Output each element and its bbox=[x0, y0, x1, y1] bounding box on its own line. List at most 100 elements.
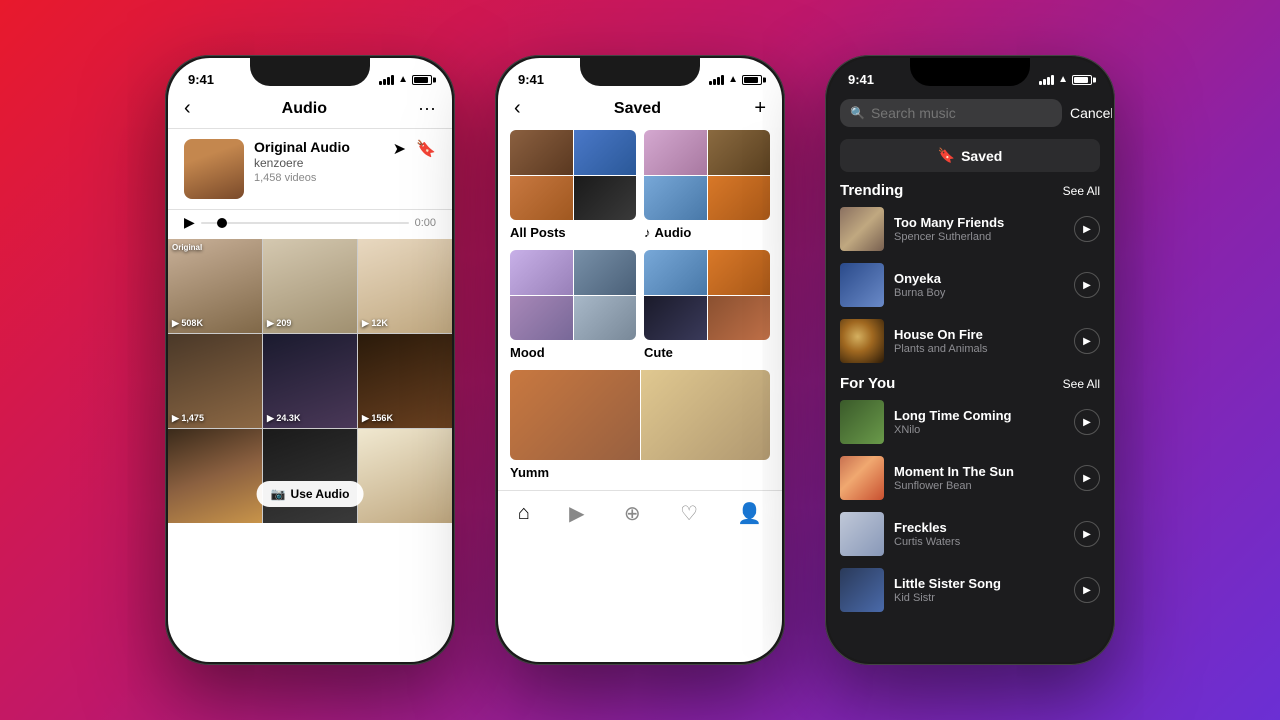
for-you-see-all[interactable]: See All bbox=[1063, 377, 1100, 391]
coll-cell bbox=[510, 370, 640, 460]
progress-indicator bbox=[217, 218, 227, 228]
track-info-5: Moment In The Sun Sunflower Bean bbox=[894, 464, 1064, 492]
track-item-2: Onyeka Burna Boy ▶ bbox=[840, 263, 1100, 307]
track-info-7: Little Sister Song Kid Sistr bbox=[894, 576, 1064, 604]
signal-icon bbox=[379, 75, 394, 85]
collection-cute[interactable]: Cute bbox=[644, 250, 770, 360]
saved-header: ‹ Saved + bbox=[498, 91, 782, 130]
notch-3 bbox=[910, 58, 1030, 86]
play-button-2[interactable]: ▶ bbox=[1074, 272, 1100, 298]
audio-info: Original Audio kenzoere 1,458 videos bbox=[254, 139, 383, 184]
saved-button[interactable]: 🔖 Saved bbox=[840, 139, 1100, 172]
original-label: Original bbox=[172, 243, 202, 252]
collection-audio[interactable]: ♪ Audio bbox=[644, 130, 770, 240]
album-art-3 bbox=[840, 319, 884, 363]
grid-item-4[interactable]: ▶ 1,475 bbox=[168, 334, 262, 428]
progress-time: 0:00 bbox=[415, 217, 436, 229]
coll-cell bbox=[510, 130, 573, 175]
audio-avatar bbox=[184, 139, 244, 199]
collection-name-yumm: Yumm bbox=[510, 465, 770, 480]
coll-cell bbox=[574, 250, 637, 295]
music-content: Trending See All Too Many Friends Spence… bbox=[828, 182, 1112, 662]
wifi-icon-3: ▲ bbox=[1058, 74, 1068, 85]
album-art-1 bbox=[840, 207, 884, 251]
notch bbox=[250, 58, 370, 86]
play-button-3[interactable]: ▶ bbox=[1074, 328, 1100, 354]
audio-title: Original Audio bbox=[254, 139, 383, 155]
cancel-button[interactable]: Cancel bbox=[1070, 105, 1112, 121]
grid-item-7[interactable] bbox=[168, 429, 262, 523]
grid-item-2[interactable]: ▶ 209 bbox=[263, 239, 357, 333]
grid-item-6[interactable]: ▶ 156K bbox=[358, 334, 452, 428]
collection-yumm[interactable]: Yumm bbox=[510, 370, 770, 480]
use-audio-button[interactable]: 📷 Use Audio bbox=[257, 481, 364, 507]
collection-mood[interactable]: Mood bbox=[510, 250, 636, 360]
view-count-6: ▶ 156K bbox=[362, 413, 393, 424]
grid-item-8[interactable] bbox=[263, 429, 357, 523]
view-count-5: ▶ 24.3K bbox=[267, 413, 300, 424]
artist-1: Spencer Sutherland bbox=[894, 231, 1064, 243]
track-item-3: House On Fire Plants and Animals ▶ bbox=[840, 319, 1100, 363]
play-button[interactable]: ▶ bbox=[184, 214, 195, 231]
tab-reels[interactable]: ▶ bbox=[569, 501, 584, 526]
phone-music: 9:41 ▲ 🔍 Cancel 🔖 Saved bbox=[825, 55, 1115, 665]
coll-cell bbox=[574, 296, 637, 341]
song-title-3: House On Fire bbox=[894, 327, 1064, 342]
song-title-2: Onyeka bbox=[894, 271, 1064, 286]
coll-cell bbox=[510, 296, 573, 341]
artist-5: Sunflower Bean bbox=[894, 480, 1064, 492]
share-icon[interactable]: ➤ bbox=[393, 139, 406, 159]
artist-3: Plants and Animals bbox=[894, 343, 1064, 355]
album-art-7 bbox=[840, 568, 884, 612]
collection-name-cute: Cute bbox=[644, 345, 770, 360]
coll-cell bbox=[644, 250, 707, 295]
track-info-6: Freckles Curtis Waters bbox=[894, 520, 1064, 548]
play-button-5[interactable]: ▶ bbox=[1074, 465, 1100, 491]
saved-back-button[interactable]: ‹ bbox=[514, 97, 521, 120]
battery-icon bbox=[412, 75, 432, 85]
coll-cell bbox=[708, 176, 771, 221]
tab-home[interactable]: ⌂ bbox=[518, 502, 530, 525]
tab-profile[interactable]: 👤 bbox=[737, 501, 762, 526]
collection-all-posts[interactable]: All Posts bbox=[510, 130, 636, 240]
grid-item-1[interactable]: Original ▶ 508K bbox=[168, 239, 262, 333]
saved-page-title: Saved bbox=[521, 100, 755, 118]
tab-add[interactable]: ⊕ bbox=[624, 501, 641, 526]
play-button-1[interactable]: ▶ bbox=[1074, 216, 1100, 242]
play-button-7[interactable]: ▶ bbox=[1074, 577, 1100, 603]
search-box: 🔍 bbox=[840, 99, 1062, 127]
collection-row-3: Yumm bbox=[510, 370, 770, 480]
trending-see-all[interactable]: See All bbox=[1063, 184, 1100, 198]
album-art-6 bbox=[840, 512, 884, 556]
search-input[interactable] bbox=[871, 105, 1052, 121]
tab-likes[interactable]: ♡ bbox=[680, 501, 698, 526]
coll-cell bbox=[708, 296, 771, 341]
signal-icon-2 bbox=[709, 75, 724, 85]
play-button-4[interactable]: ▶ bbox=[1074, 409, 1100, 435]
album-art-2 bbox=[840, 263, 884, 307]
play-button-6[interactable]: ▶ bbox=[1074, 521, 1100, 547]
status-icons-2: ▲ bbox=[709, 74, 762, 85]
audio-actions: ➤ 🔖 bbox=[393, 139, 436, 159]
battery-icon-3 bbox=[1072, 75, 1092, 85]
add-collection-button[interactable]: + bbox=[754, 97, 766, 120]
bookmark-icon[interactable]: 🔖 bbox=[416, 139, 436, 159]
back-button[interactable]: ‹ bbox=[184, 97, 191, 120]
for-you-title: For You bbox=[840, 375, 895, 392]
audio-username: kenzoere bbox=[254, 156, 383, 170]
notch-2 bbox=[580, 58, 700, 86]
trending-section: Trending See All Too Many Friends Spence… bbox=[828, 182, 1112, 363]
collection-name-mood: Mood bbox=[510, 345, 636, 360]
status-icons-3: ▲ bbox=[1039, 74, 1092, 85]
progress-bar[interactable] bbox=[201, 222, 409, 224]
track-item-6: Freckles Curtis Waters ▶ bbox=[840, 512, 1100, 556]
audio-card: Original Audio kenzoere 1,458 videos ➤ 🔖 bbox=[168, 129, 452, 210]
view-count-1: ▶ 508K bbox=[172, 318, 203, 329]
more-button[interactable]: ··· bbox=[418, 98, 436, 119]
grid-item-3[interactable]: ▶ 12K bbox=[358, 239, 452, 333]
collection-row-2: Mood Cute bbox=[510, 250, 770, 360]
grid-item-9[interactable] bbox=[358, 429, 452, 523]
grid-item-5[interactable]: ▶ 24.3K bbox=[263, 334, 357, 428]
wifi-icon-2: ▲ bbox=[728, 74, 738, 85]
coll-cell bbox=[641, 370, 771, 460]
